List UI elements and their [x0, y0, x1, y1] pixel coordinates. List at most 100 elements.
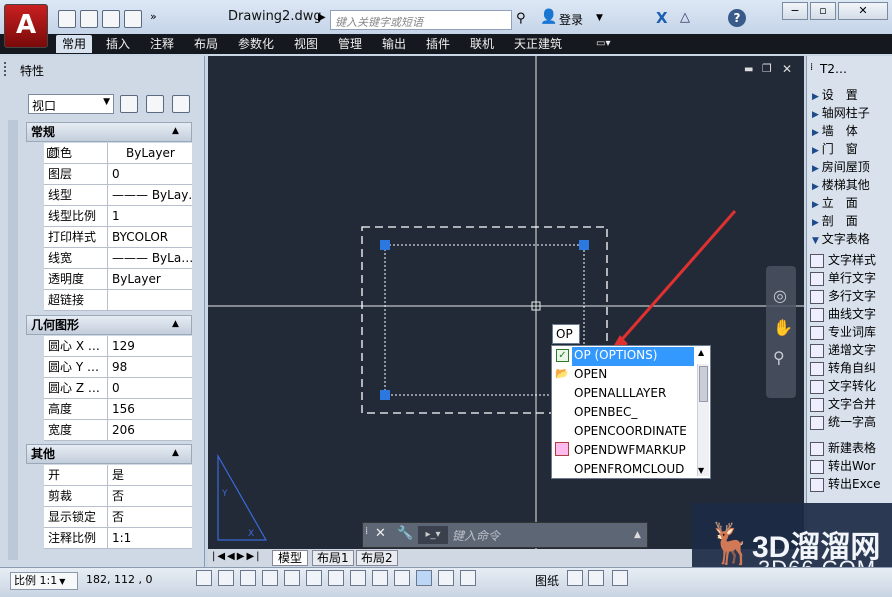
tab-layout2[interactable]: 布局2: [356, 550, 398, 566]
otrack-icon[interactable]: [350, 570, 366, 586]
command-grip-icon[interactable]: ⁞: [365, 526, 368, 537]
autocomplete-item[interactable]: OPENFROMCLOUD: [574, 460, 698, 479]
tz-menu-item[interactable]: ▶ 轴网柱子: [812, 104, 892, 122]
property-value[interactable]: 否: [110, 507, 192, 528]
tab-parametric[interactable]: 参数化: [232, 35, 280, 53]
tz-menu-item[interactable]: ▼ 文字表格: [812, 230, 892, 248]
snap-icon[interactable]: [218, 570, 234, 586]
search-input[interactable]: 键入关键字或短语: [330, 10, 512, 30]
application-menu-button[interactable]: A: [4, 4, 48, 48]
property-row[interactable]: 图层 0: [44, 164, 192, 185]
tab-plugins[interactable]: 插件: [420, 35, 456, 53]
save-icon[interactable]: [102, 10, 120, 28]
property-row[interactable]: 圆心 X … 129: [44, 336, 192, 357]
annotation-scale[interactable]: 比例 1:1 ▼: [10, 572, 78, 590]
autocomplete-item[interactable]: OP (OPTIONS): [574, 346, 698, 365]
property-row[interactable]: 线宽 ——— ByLa…: [44, 248, 192, 269]
layout-nav-icons[interactable]: |◀◀▶▶|: [212, 551, 262, 562]
dynamic-input-icon[interactable]: [394, 570, 410, 586]
canvas-minimize-icon[interactable]: ▬: [744, 64, 753, 75]
tz-tool-item[interactable]: 统一字高: [810, 413, 890, 431]
property-value[interactable]: 否: [110, 486, 192, 507]
scroll-down-icon[interactable]: ▼: [698, 466, 704, 475]
property-row[interactable]: 透明度 ByLayer: [44, 269, 192, 290]
property-value[interactable]: 是: [110, 465, 192, 486]
property-value[interactable]: ——— ByLay…: [110, 185, 192, 206]
wrench-icon[interactable]: 🔧: [397, 526, 413, 541]
login-button[interactable]: 登录: [559, 11, 583, 28]
search-toggle-icon[interactable]: ▶: [318, 12, 326, 23]
property-value[interactable]: 156: [110, 399, 192, 420]
tz-menu-item[interactable]: ▶ 楼梯其他: [812, 176, 892, 194]
tab-manage[interactable]: 管理: [332, 35, 368, 53]
paper-model-toggle[interactable]: 图纸: [535, 572, 559, 589]
save-as-icon[interactable]: [124, 10, 142, 28]
autocomplete-item[interactable]: OPENALLLAYER: [574, 384, 698, 403]
user-icon[interactable]: 👤: [540, 9, 557, 25]
help-icon[interactable]: ?: [728, 9, 746, 27]
tz-tool-item[interactable]: 单行文字: [810, 269, 890, 287]
property-row[interactable]: 线型 ——— ByLay…: [44, 185, 192, 206]
property-row[interactable]: 超链接: [44, 290, 192, 311]
section-header[interactable]: 常规: [26, 122, 192, 142]
section-header[interactable]: 其他: [26, 444, 192, 464]
pan-hand-icon[interactable]: ✋: [773, 318, 793, 337]
property-value[interactable]: 129: [110, 336, 192, 357]
command-history-icon[interactable]: ▸_▾: [418, 526, 448, 544]
property-value[interactable]: [110, 290, 192, 311]
ribbon-toggle-icon[interactable]: ▭▾: [590, 35, 616, 53]
steering-wheel-icon[interactable]: ◎: [773, 286, 787, 305]
autocomplete-item[interactable]: OPENBEC_: [574, 403, 698, 422]
grid-icon[interactable]: [240, 570, 256, 586]
3d-osnap-icon[interactable]: [328, 570, 344, 586]
property-value[interactable]: 98: [110, 357, 192, 378]
property-row[interactable]: 开是: [44, 465, 192, 486]
property-row[interactable]: 剪裁否: [44, 486, 192, 507]
tz-tool-item[interactable]: 转角自纠: [810, 359, 890, 377]
dynamic-input[interactable]: OP: [552, 324, 580, 344]
tab-model[interactable]: 模型: [272, 550, 309, 566]
canvas-restore-icon[interactable]: ❐: [762, 62, 772, 75]
object-type-select[interactable]: 视口 ▼: [28, 94, 114, 114]
tab-tianzheng[interactable]: 天正建筑: [508, 35, 568, 53]
property-value[interactable]: 1:1: [110, 528, 192, 549]
autocomplete-item[interactable]: OPENCOORDINATE: [574, 422, 698, 441]
tab-output[interactable]: 输出: [376, 35, 412, 53]
tz-tool-item[interactable]: 多行文字: [810, 287, 890, 305]
collapse-icon[interactable]: ▲: [172, 126, 179, 136]
login-dropdown-icon[interactable]: ▼: [596, 13, 603, 23]
property-row[interactable]: 圆心 Z … 0: [44, 378, 192, 399]
collapse-icon[interactable]: ▲: [172, 448, 179, 458]
tz-tool-item[interactable]: 转出Exce: [810, 475, 890, 493]
infer-constraints-icon[interactable]: [196, 570, 212, 586]
tz-menu-item[interactable]: ▶ 门 窗: [812, 140, 892, 158]
autocomplete-item[interactable]: OPEN: [574, 365, 698, 384]
collapse-icon[interactable]: ▲: [172, 319, 179, 329]
tz-menu-item[interactable]: ▶ 墙 体: [812, 122, 892, 140]
tz-tool-item[interactable]: 新建表格: [810, 439, 890, 457]
tab-view[interactable]: 视图: [288, 35, 324, 53]
tz-tool-item[interactable]: 递增文字: [810, 341, 890, 359]
tz-menu-item[interactable]: ▶ 立 面: [812, 194, 892, 212]
property-value[interactable]: ByLayer: [110, 269, 192, 290]
tz-tool-item[interactable]: 曲线文字: [810, 305, 890, 323]
command-close-icon[interactable]: ✕: [375, 526, 386, 541]
property-value[interactable]: 206: [110, 420, 192, 441]
tz-menu-item[interactable]: ▶ 设 置: [812, 86, 892, 104]
new-file-icon[interactable]: [58, 10, 76, 28]
property-value[interactable]: 1: [110, 206, 192, 227]
palette-grip-icon[interactable]: [4, 62, 14, 76]
transparency-icon[interactable]: [438, 570, 454, 586]
tz-menu-item[interactable]: ▶ 房间屋顶: [812, 158, 892, 176]
scroll-up-icon[interactable]: ▲: [698, 348, 704, 357]
restore-button[interactable]: ▫: [810, 2, 836, 20]
property-row[interactable]: 圆心 Y … 98: [44, 357, 192, 378]
property-row[interactable]: 宽度 206: [44, 420, 192, 441]
section-header[interactable]: 几何图形: [26, 315, 192, 335]
property-value[interactable]: ——— ByLa…: [110, 248, 192, 269]
tz-tool-item[interactable]: 文字转化: [810, 377, 890, 395]
open-file-icon[interactable]: [80, 10, 98, 28]
close-button[interactable]: ✕: [838, 2, 888, 20]
minimize-button[interactable]: −: [782, 2, 808, 20]
tz-tool-item[interactable]: 文字样式: [810, 251, 890, 269]
